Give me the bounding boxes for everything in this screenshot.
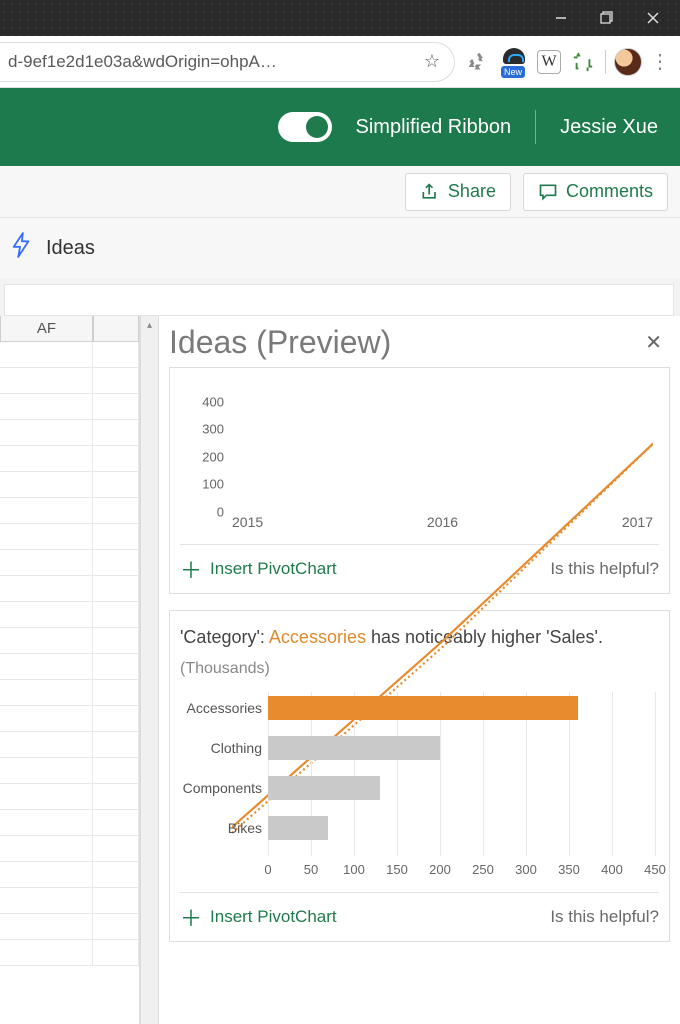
close-panel-icon[interactable]: ✕	[645, 330, 662, 355]
column-header-af[interactable]: AF	[0, 316, 93, 342]
ideas-panel: › Ideas (Preview) ✕ 0100200300400 201520…	[158, 316, 680, 1024]
separator	[535, 110, 536, 144]
window-close-button[interactable]	[630, 0, 676, 36]
simplified-ribbon-label: Simplified Ribbon	[356, 116, 512, 139]
ideas-panel-body[interactable]: 0100200300400 201520162017 ＋ Insert Pivo…	[159, 365, 680, 1024]
excel-ribbon: Simplified Ribbon Jessie Xue	[0, 88, 680, 166]
lightning-icon	[10, 231, 32, 266]
separator	[605, 50, 606, 74]
browser-toolbar: d-9ef1e2d1e03a&wdOrigin=ohpA… ☆ New W ⋮	[0, 36, 680, 88]
browser-menu-icon[interactable]: ⋮	[650, 49, 670, 74]
bookmark-star-icon[interactable]: ☆	[424, 51, 440, 72]
plus-icon: ＋	[180, 901, 202, 933]
comments-button[interactable]: Comments	[523, 173, 668, 211]
simplified-ribbon-toggle[interactable]	[278, 112, 332, 142]
bar-chart: 050100150200250300350400450 AccessoriesC…	[180, 692, 659, 882]
line-chart: 0100200300400 201520162017	[202, 374, 653, 534]
profile-avatar[interactable]	[614, 48, 642, 76]
ideas-ribbon-button[interactable]: Ideas	[0, 218, 680, 278]
column-header-next[interactable]	[93, 316, 139, 342]
window-titlebar	[0, 0, 680, 36]
grid-rows[interactable]	[0, 342, 139, 1024]
column-headers[interactable]: AF	[0, 316, 139, 342]
share-button[interactable]: Share	[405, 173, 511, 211]
account-name[interactable]: Jessie Xue	[560, 116, 658, 139]
window-maximize-button[interactable]	[584, 0, 630, 36]
comments-label: Comments	[566, 181, 653, 202]
share-label: Share	[448, 181, 496, 202]
scroll-up-icon[interactable]: ▴	[141, 316, 158, 334]
wikipedia-icon[interactable]: W	[537, 50, 561, 74]
ideas-label: Ideas	[46, 237, 95, 260]
vertical-scrollbar[interactable]: ▴	[140, 316, 158, 1024]
formula-bar-region[interactable]	[4, 284, 674, 316]
new-badge: New	[501, 66, 525, 78]
address-bar[interactable]: d-9ef1e2d1e03a&wdOrigin=ohpA… ☆	[0, 42, 455, 82]
action-row: Share Comments	[0, 166, 680, 218]
screenshot-icon[interactable]	[569, 48, 597, 76]
ideas-panel-title: Ideas (Preview)	[169, 324, 391, 361]
idea-card-line: 0100200300400 201520162017 ＋ Insert Pivo…	[169, 367, 670, 594]
window-minimize-button[interactable]	[538, 0, 584, 36]
spreadsheet-grid[interactable]: AF	[0, 316, 140, 1024]
recycle-icon[interactable]	[463, 48, 491, 76]
address-text: d-9ef1e2d1e03a&wdOrigin=ohpA…	[8, 52, 277, 72]
extension-new-icon[interactable]: New	[499, 48, 529, 76]
plus-icon: ＋	[180, 553, 202, 585]
work-area: AF ▴ › Ideas (Preview) ✕ 0100200300400 2…	[0, 316, 680, 1024]
